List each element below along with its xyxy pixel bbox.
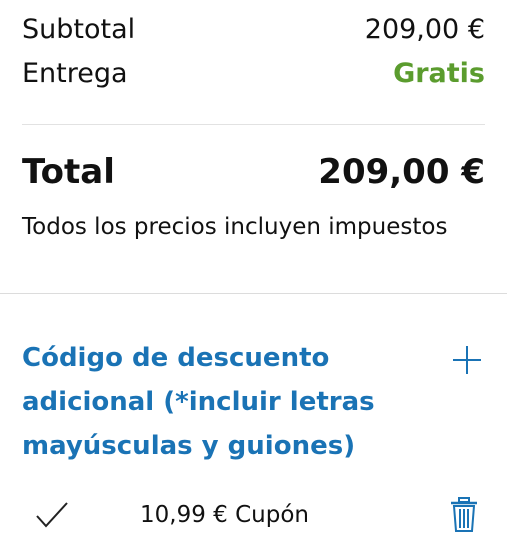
subtotal-value: 209,00 €: [364, 14, 485, 45]
coupon-text: 10,99 € Cupón: [140, 502, 309, 528]
total-row: Total 209,00 €: [22, 152, 485, 192]
delivery-row: Entrega Gratis: [22, 58, 485, 89]
applied-coupon-row: 10,99 € Cupón: [22, 492, 485, 538]
trash-icon[interactable]: [449, 497, 479, 533]
section-divider: [0, 293, 507, 294]
delivery-value: Gratis: [393, 58, 485, 89]
order-summary: Subtotal 209,00 € Entrega Gratis Total 2…: [0, 0, 507, 547]
tax-note: Todos los precios incluyen impuestos: [22, 214, 448, 240]
subtotal-row: Subtotal 209,00 €: [22, 14, 485, 45]
discount-code-toggle[interactable]: Código de descuento adicional (*incluir …: [22, 338, 485, 468]
subtotal-label: Subtotal: [22, 14, 136, 45]
discount-code-title[interactable]: Código de descuento adicional (*incluir …: [22, 336, 402, 468]
divider: [22, 124, 485, 125]
delivery-label: Entrega: [22, 58, 128, 89]
total-value: 209,00 €: [318, 152, 485, 192]
total-label: Total: [22, 152, 115, 192]
plus-icon[interactable]: [453, 346, 481, 374]
check-icon: [36, 502, 68, 528]
